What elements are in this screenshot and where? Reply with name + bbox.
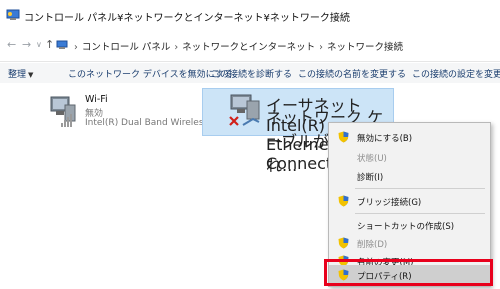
breadcrumb-network-connections[interactable]: ネットワーク接続 (327, 42, 403, 53)
menu-item-delete[interactable]: 削除(D) (329, 233, 490, 253)
adapter-device: Intel(R) Dual Band Wireless... (85, 118, 217, 128)
uac-shield-icon (338, 237, 349, 249)
menu-item-bridge[interactable]: ブリッジ接続(G) (329, 191, 490, 211)
up-button[interactable]: ↑ (45, 38, 54, 51)
disable-device-button[interactable]: このネットワーク デバイスを無効にする (68, 67, 233, 80)
breadcrumb-separator: › (174, 42, 179, 53)
organize-button[interactable]: 整理 ▼ (8, 67, 33, 80)
chevron-down-icon: ▼ (28, 71, 34, 79)
window-title: コントロール パネル¥ネットワークとインターネット¥ネットワーク接続 (24, 13, 350, 24)
window-titlebar: コントロール パネル¥ネットワークとインターネット¥ネットワーク接続 (0, 0, 500, 30)
back-button[interactable]: ← (7, 38, 16, 51)
menu-item-status[interactable]: 状態(U) (329, 147, 490, 167)
breadcrumb-network-internet[interactable]: ネットワークとインターネット (182, 42, 315, 53)
menu-item-disable[interactable]: 無効にする(B) (329, 127, 490, 147)
menu-item-create-shortcut[interactable]: ショートカットの作成(S) (329, 215, 490, 235)
network-adapter-icon (50, 96, 76, 127)
menu-item-diagnose[interactable]: 診断(I) (329, 166, 490, 186)
adapter-name: Wi-Fi (85, 94, 108, 105)
control-panel-icon (6, 9, 20, 20)
breadcrumb-separator: › (74, 42, 78, 53)
uac-shield-icon (338, 195, 349, 207)
uac-shield-icon (338, 131, 349, 143)
control-panel-icon (56, 40, 68, 49)
divider (0, 61, 500, 62)
adapter-wifi[interactable]: Wi-Fi 無効 Intel(R) Dual Band Wireless... (47, 91, 217, 131)
highlight-box (324, 259, 493, 286)
rename-button[interactable]: この接続の名前を変更する (298, 67, 406, 80)
menu-separator (355, 213, 485, 214)
breadcrumb: › コントロール パネル › ネットワークとインターネット › ネットワーク接続 (70, 39, 403, 53)
forward-button[interactable]: → (22, 38, 31, 51)
menu-separator (355, 188, 485, 189)
recent-locations-button[interactable]: ∨ (36, 40, 42, 49)
disconnected-x-icon (229, 116, 239, 126)
change-settings-button[interactable]: この接続の設定を変更する (412, 67, 500, 80)
breadcrumb-separator: › (319, 42, 323, 53)
diagnose-button[interactable]: この接続を診断する (211, 67, 292, 80)
breadcrumb-control-panel[interactable]: コントロール パネル (82, 42, 171, 53)
